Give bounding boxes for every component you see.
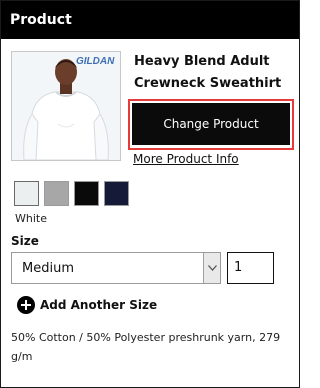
change-product-button[interactable]: Change Product [132, 103, 290, 145]
size-select-value: Medium [22, 261, 74, 276]
size-select[interactable]: Medium [11, 252, 221, 284]
add-another-size-label: Add Another Size [40, 298, 158, 312]
plus-circle-icon [17, 296, 35, 314]
product-image: GILDAN [11, 51, 121, 161]
add-another-size-button[interactable]: Add Another Size [17, 295, 157, 315]
color-swatch-black[interactable] [74, 181, 99, 206]
product-panel: Product GILDAN Heavy Blend Adult Crewnec… [0, 0, 300, 388]
brand-logo: GILDAN [76, 56, 115, 67]
product-title: Heavy Blend Adult Crewneck Sweathirt [134, 54, 282, 91]
color-swatch-grey[interactable] [44, 181, 69, 206]
chevron-down-icon[interactable] [203, 253, 220, 283]
color-swatch-navy[interactable] [104, 181, 129, 206]
color-swatch-white[interactable] [14, 181, 39, 206]
selected-color-name: White [15, 212, 47, 225]
panel-header: Product [1, 1, 299, 39]
color-swatches [14, 181, 129, 206]
product-description: 50% Cotton / 50% Polyester preshrunk yar… [11, 331, 281, 363]
size-label: Size [11, 234, 39, 248]
more-product-info-link[interactable]: More Product Info [133, 152, 239, 166]
quantity-input[interactable]: 1 [227, 252, 274, 284]
